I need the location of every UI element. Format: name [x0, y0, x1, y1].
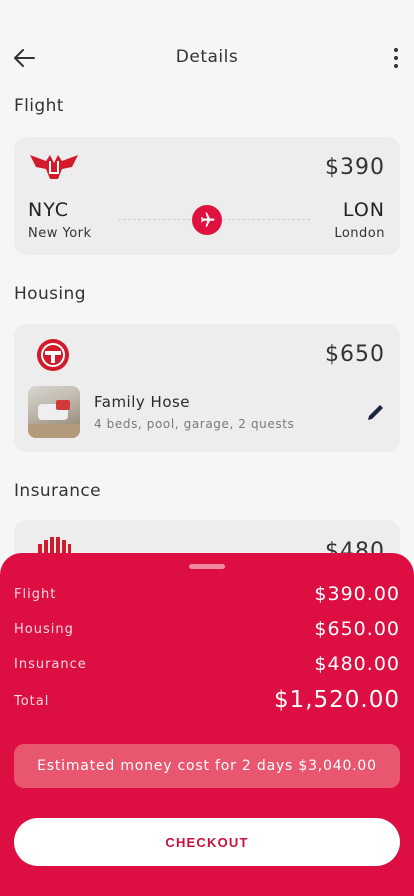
edit-pencil-icon[interactable]: [364, 400, 388, 424]
destination-city: London: [334, 226, 385, 241]
origin-city: New York: [28, 226, 92, 241]
airline-logo-icon: [28, 151, 80, 181]
summary-sheet: Flight $390.00 Housing $650.00 Insurance…: [0, 553, 414, 896]
app-header: Details: [0, 0, 414, 110]
summary-insurance-value: $480.00: [314, 653, 400, 675]
flight-price: $390: [325, 155, 385, 180]
page-title: Details: [175, 47, 239, 67]
summary-total-value: $1,520.00: [273, 687, 400, 713]
housing-card[interactable]: $650 Family Hose 4 beds, pool, garage, 2…: [14, 324, 400, 452]
summary-housing-value: $650.00: [314, 618, 400, 640]
summary-total-label: Total: [14, 694, 50, 709]
house-thumbnail: [28, 386, 80, 438]
summary-insurance-label: Insurance: [14, 657, 87, 672]
flight-card[interactable]: $390 NYC New York LON London: [14, 137, 400, 255]
housing-price: $650: [325, 342, 385, 367]
hotel-logo-icon: [36, 338, 70, 372]
summary-flight-label: Flight: [14, 587, 57, 602]
housing-section-label: Housing: [14, 284, 86, 304]
house-description: 4 beds, pool, garage, 2 quests: [94, 417, 295, 431]
summary-flight-value: $390.00: [314, 583, 400, 605]
drag-handle[interactable]: [189, 564, 225, 569]
destination-code: LON: [342, 199, 385, 221]
estimate-banner: Estimated money cost for 2 days $3,040.0…: [14, 744, 400, 788]
summary-housing-label: Housing: [14, 622, 74, 637]
origin-code: NYC: [28, 199, 70, 221]
house-name: Family Hose: [94, 393, 191, 411]
flight-section-label: Flight: [14, 96, 64, 116]
insurance-section-label: Insurance: [14, 481, 102, 501]
more-options-icon[interactable]: [386, 44, 406, 72]
airplane-icon: [192, 205, 222, 235]
checkout-button[interactable]: CHECKOUT: [14, 818, 400, 866]
